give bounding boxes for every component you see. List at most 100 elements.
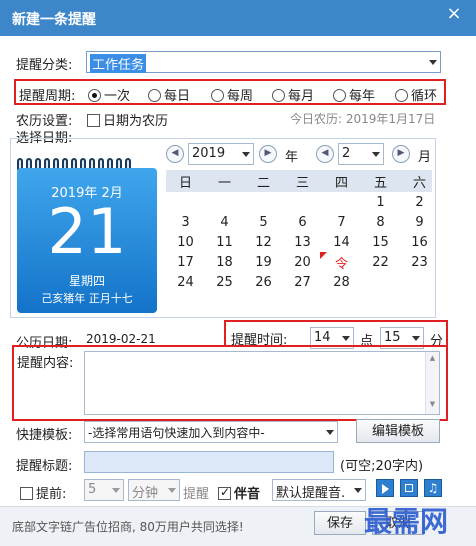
- day-cell[interactable]: [400, 272, 439, 292]
- prev-year-button[interactable]: ◀: [166, 145, 184, 163]
- next-year-button[interactable]: ▶: [259, 145, 277, 163]
- template-label: 快捷模板:: [16, 428, 73, 443]
- day-cell[interactable]: 22: [361, 252, 400, 272]
- today-lunar-text: 今日农历: 2019年1月17日: [290, 112, 436, 126]
- day-cell[interactable]: 3: [166, 212, 205, 232]
- template-select[interactable]: -选择常用语句快速加入到内容中-: [84, 421, 338, 443]
- day-cell[interactable]: 1: [361, 192, 400, 212]
- day-cell[interactable]: 20: [283, 252, 322, 272]
- day-cell[interactable]: 27: [283, 272, 322, 292]
- gregorian-value: 2019-02-21: [86, 332, 156, 346]
- day-cell[interactable]: 23: [400, 252, 439, 272]
- year-select[interactable]: 2019: [188, 143, 254, 165]
- radio-icon: [395, 89, 408, 102]
- period-option-monthly[interactable]: 每月: [272, 85, 314, 104]
- day-cell[interactable]: 11: [205, 232, 244, 252]
- day-cell[interactable]: 15: [361, 232, 400, 252]
- month-select[interactable]: 2: [338, 143, 384, 165]
- day-cell[interactable]: 26: [244, 272, 283, 292]
- reminder-title-input[interactable]: [84, 451, 334, 473]
- scroll-up-icon[interactable]: ▲: [426, 354, 439, 362]
- category-label: 提醒分类:: [16, 58, 73, 73]
- big-calendar-lunar: 己亥猪年 正月十七: [41, 292, 133, 305]
- sound-select[interactable]: 默认提醒音.: [272, 479, 366, 501]
- stop-sound-icon[interactable]: [400, 479, 418, 497]
- play-sound-icon[interactable]: [376, 479, 394, 497]
- calendar-week-row: 1 2: [166, 192, 439, 212]
- watermark-text: 最需网: [364, 505, 449, 538]
- advance-amount-select[interactable]: 5: [84, 479, 124, 501]
- month-unit: 月: [418, 150, 432, 165]
- music-file-icon[interactable]: ♫: [424, 479, 442, 497]
- today-corner-marker: [320, 252, 327, 259]
- close-icon[interactable]: ×: [432, 0, 476, 30]
- content-label: 提醒内容:: [17, 356, 74, 371]
- period-option-once[interactable]: 一次: [88, 85, 130, 104]
- checkbox-icon: [218, 485, 231, 500]
- calendar-week-row: 3 4 5 6 7 8 9: [166, 212, 439, 232]
- period-option-yearly[interactable]: 每年: [333, 85, 375, 104]
- day-cell[interactable]: [322, 192, 361, 212]
- footer-ad-link[interactable]: 底部文字链广告位招商, 80万用户共同选择!: [12, 518, 244, 535]
- weekday-table: 日 一 二 三 四 五 六: [166, 171, 439, 191]
- day-cell[interactable]: [361, 272, 400, 292]
- radio-icon: [333, 89, 346, 102]
- advance-unit-select[interactable]: 分钟: [128, 479, 180, 501]
- chevron-down-icon: [342, 336, 350, 341]
- title-bar: 新建一条提醒 ×: [0, 0, 476, 36]
- radio-icon: [211, 89, 224, 102]
- year-unit: 年: [285, 150, 299, 165]
- day-cell[interactable]: 5: [244, 212, 283, 232]
- big-calendar-day: 21: [47, 195, 127, 268]
- period-option-weekly[interactable]: 每周: [211, 85, 253, 104]
- checkbox-icon: [20, 487, 33, 500]
- period-option-daily[interactable]: 每日: [148, 85, 190, 104]
- day-cell[interactable]: 19: [244, 252, 283, 272]
- weekday-sun: 日: [178, 175, 192, 191]
- day-cell[interactable]: [244, 192, 283, 212]
- day-cell[interactable]: [283, 192, 322, 212]
- day-cell-today[interactable]: 令: [322, 252, 361, 272]
- edit-template-button[interactable]: 编辑模板: [356, 419, 440, 443]
- period-label: 提醒周期:: [19, 89, 76, 104]
- weekday-tue: 二: [256, 175, 270, 191]
- day-cell[interactable]: 4: [205, 212, 244, 232]
- day-cell[interactable]: 9: [400, 212, 439, 232]
- weekday-thu: 四: [334, 175, 348, 191]
- day-cell[interactable]: 16: [400, 232, 439, 252]
- day-cell[interactable]: 10: [166, 232, 205, 252]
- day-cell[interactable]: 25: [205, 272, 244, 292]
- day-cell[interactable]: 8: [361, 212, 400, 232]
- day-cell[interactable]: [205, 192, 244, 212]
- prev-month-button[interactable]: ◀: [316, 145, 334, 163]
- day-cell[interactable]: 6: [283, 212, 322, 232]
- day-cell[interactable]: 17: [166, 252, 205, 272]
- category-select[interactable]: 工作任务: [86, 51, 441, 73]
- lunar-checkbox[interactable]: 日期为农历: [87, 110, 168, 129]
- day-cell[interactable]: 28: [322, 272, 361, 292]
- save-button[interactable]: 保存: [314, 511, 366, 535]
- day-cell[interactable]: 24: [166, 272, 205, 292]
- checkbox-icon: [87, 114, 100, 127]
- weekday-fri: 五: [373, 175, 387, 191]
- sound-checkbox[interactable]: 伴音: [218, 483, 260, 502]
- weekday-mon: 一: [217, 175, 231, 191]
- category-value: 工作任务: [90, 54, 147, 73]
- day-cell[interactable]: 14: [322, 232, 361, 252]
- day-cell[interactable]: 2: [400, 192, 439, 212]
- day-cell[interactable]: [166, 192, 205, 212]
- content-textarea[interactable]: ▲ ▼: [84, 351, 440, 415]
- next-month-button[interactable]: ▶: [392, 145, 410, 163]
- day-cell[interactable]: 12: [244, 232, 283, 252]
- period-option-cycle[interactable]: 循环: [395, 85, 437, 104]
- day-cell[interactable]: 18: [205, 252, 244, 272]
- day-cell[interactable]: 13: [283, 232, 322, 252]
- day-cell[interactable]: 7: [322, 212, 361, 232]
- weekday-wed: 三: [295, 175, 309, 191]
- advance-checkbox[interactable]: 提前:: [20, 483, 66, 502]
- radio-icon: [88, 89, 101, 102]
- chevron-down-icon: [372, 152, 380, 157]
- scrollbar[interactable]: ▲ ▼: [425, 352, 439, 414]
- scroll-down-icon[interactable]: ▼: [426, 400, 439, 408]
- weekday-sat: 六: [412, 175, 426, 191]
